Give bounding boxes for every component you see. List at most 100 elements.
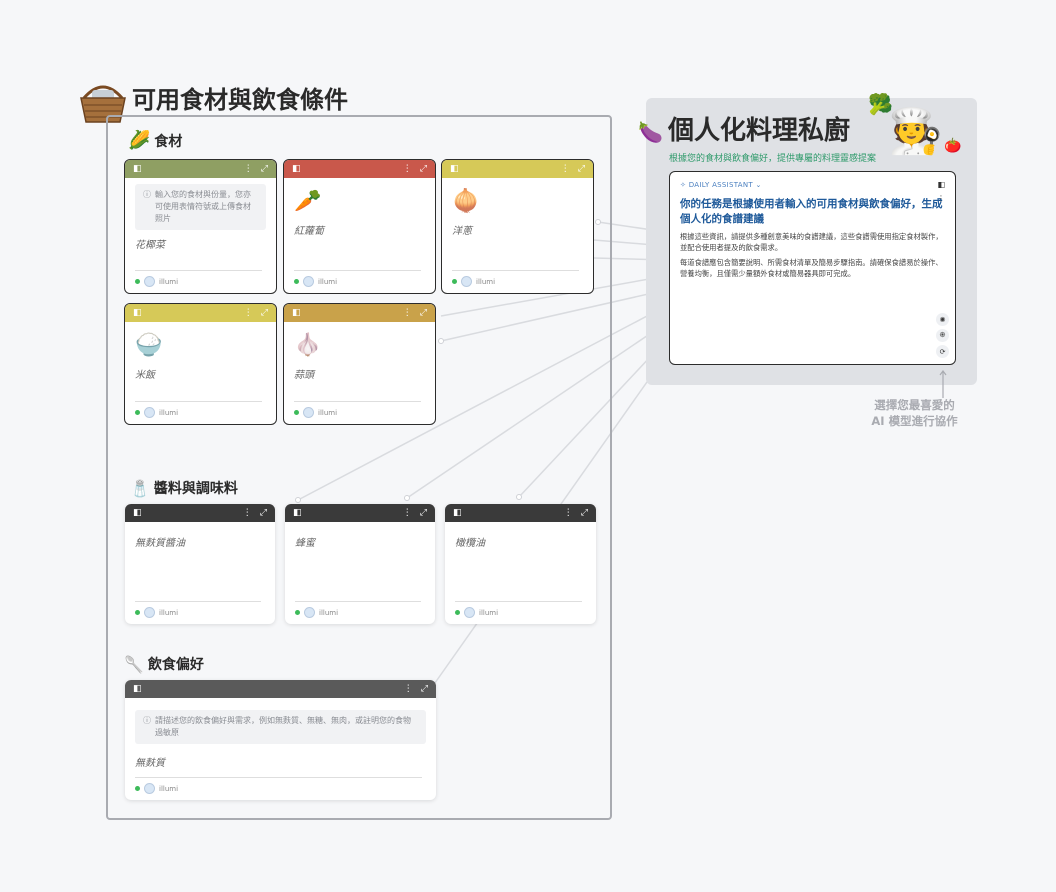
avatar [303, 407, 314, 418]
status-dot [294, 279, 299, 284]
sauce-card[interactable]: ◧ ⋮ ⤢ 無麩質醬油 illumi [125, 504, 275, 624]
card-icon: ◧ [292, 164, 301, 174]
card-header: ◧ ⋮ ⤢ [442, 160, 593, 178]
more-icon[interactable]: ⋮ [404, 684, 413, 694]
chef-icon: 🧑‍🍳 [888, 106, 943, 157]
corn-icon: 🌽 [128, 130, 151, 151]
model-caption: 選擇您最喜愛的 AI 模型進行協作 [871, 398, 958, 428]
expand-icon[interactable]: ⤢ [420, 164, 427, 174]
tomato-icon: 🍅 [944, 138, 962, 154]
model-icon-claude[interactable]: ✺ [936, 313, 949, 326]
model-icon-openai[interactable]: ֍ [936, 329, 949, 342]
info-icon: ⓘ [143, 716, 151, 725]
more-icon[interactable]: ⋮ [243, 508, 252, 518]
status-dot [135, 786, 140, 791]
status-dot [135, 279, 140, 284]
expand-icon[interactable]: ⤢ [581, 508, 588, 518]
avatar [144, 276, 155, 287]
card-header: ◧ ⋮ ⤢ [125, 504, 275, 522]
expand-icon[interactable]: ⤢ [260, 508, 267, 518]
section-label: 醬料與調味料 [153, 481, 238, 497]
ingredient-value[interactable]: 花椰菜 [135, 236, 266, 251]
assistant-selector[interactable]: DAILY ASSISTANT [689, 181, 753, 189]
more-icon[interactable]: ⋮ [561, 164, 570, 174]
card-icon: ◧ [292, 308, 301, 318]
card-footer: illumi [135, 401, 262, 418]
garlic-icon: 🧄 [294, 333, 322, 358]
ingredient-card[interactable]: ◧ ⋮ ⤢ 🧅 洋蔥 illumi [441, 159, 594, 294]
copy-icon[interactable]: ◧ [937, 180, 945, 189]
sauce-value[interactable]: 蜂蜜 [295, 534, 425, 549]
diet-card[interactable]: ◧ ⋮ ⤢ ⓘ 請描述您的飲食偏好與需求，例如無麩質、無糖、無肉，或註明您的食物… [125, 680, 436, 800]
more-icon[interactable]: ⋮ [564, 508, 573, 518]
expand-icon[interactable]: ⤢ [261, 164, 268, 174]
card-icon: ◧ [133, 308, 142, 318]
card-icon: ◧ [453, 508, 462, 518]
more-icon[interactable]: ⋮ [937, 194, 945, 203]
card-footer: illumi [294, 270, 421, 287]
assistant-card[interactable]: ✧ DAILY ASSISTANT ⌄ ◧ ⋮ 你的任務是根據使用者輸入的可用食… [669, 171, 956, 365]
more-icon[interactable]: ⋮ [403, 508, 412, 518]
avatar [303, 276, 314, 287]
group-title: 可用食材與飲食條件 [132, 86, 348, 114]
expand-icon[interactable]: ⤢ [420, 508, 427, 518]
ingredient-card[interactable]: ◧ ⋮ ⤢ 🥕 紅蘿蔔 illumi [283, 159, 436, 294]
ingredient-card[interactable]: ◧ ⋮ ⤢ 🧄 蒜頭 illumi [283, 303, 436, 425]
card-header: ◧ ⋮ ⤢ [445, 504, 596, 522]
ingredient-card[interactable]: ◧ ⋮ ⤢ 🍚 米飯 illumi [124, 303, 277, 425]
eggplant-icon: 🍆 [638, 120, 663, 144]
more-icon[interactable]: ⋮ [403, 308, 412, 318]
card-header: ◧ ⋮ ⤢ [284, 304, 435, 322]
model-icon-gemini[interactable]: ⟳ [936, 345, 949, 358]
more-icon[interactable]: ⋮ [403, 164, 412, 174]
status-dot [295, 610, 300, 615]
panel-title: 個人化料理私廚 [668, 116, 851, 146]
card-footer: illumi [135, 270, 262, 287]
avatar [304, 607, 315, 618]
card-header: ◧ ⋮ ⤢ [284, 160, 435, 178]
sauce-card[interactable]: ◧ ⋮ ⤢ 蜂蜜 illumi [285, 504, 435, 624]
card-footer: illumi [452, 270, 579, 287]
ingredient-value[interactable]: 洋蔥 [452, 222, 583, 237]
expand-icon[interactable]: ⤢ [578, 164, 585, 174]
ingredient-value[interactable]: 米飯 [135, 366, 266, 381]
card-footer: illumi [135, 601, 261, 618]
card-footer: illumi [294, 401, 421, 418]
more-icon[interactable]: ⋮ [244, 164, 253, 174]
ingredient-card[interactable]: ◧ ⋮ ⤢ ⓘ 輸入您的食材與份量，您亦可使用表情符號或上傳食材照片 花椰菜 i… [124, 159, 277, 294]
carrot-icon: 🥕 [294, 189, 322, 214]
card-footer: illumi [455, 601, 582, 618]
salt-shaker-icon: 🧂 [130, 478, 150, 498]
chevron-down-icon[interactable]: ⌄ [753, 181, 762, 189]
section-diet: 🥄 飲食偏好 [124, 654, 204, 674]
card-icon: ◧ [293, 508, 302, 518]
section-sauces: 🧂 醬料與調味料 [130, 478, 238, 498]
card-icon: ◧ [133, 164, 142, 174]
avatar [144, 407, 155, 418]
ingredient-value[interactable]: 紅蘿蔔 [294, 222, 425, 237]
section-label: 食材 [154, 133, 183, 150]
expand-icon[interactable]: ⤢ [420, 308, 427, 318]
assistant-heading: 你的任務是根據使用者輸入的可用食材與飲食偏好，生成個人化的食譜建議 [680, 198, 943, 225]
card-header: ◧ ⋮ ⤢ [125, 680, 436, 698]
diet-value[interactable]: 無麩質 [135, 754, 426, 769]
card-footer: illumi [135, 777, 422, 794]
sauce-value[interactable]: 無麩質醬油 [135, 534, 265, 549]
card-header: ◧ ⋮ ⤢ [125, 304, 276, 322]
assistant-paragraph: 根據這些資訊，請提供多種創意美味的食譜建議，這些食譜需使用指定食材製作，並配合使… [680, 232, 943, 252]
rice-icon: 🍚 [135, 333, 163, 358]
avatar [144, 607, 155, 618]
expand-icon[interactable]: ⤢ [261, 308, 268, 318]
ingredient-value[interactable]: 蒜頭 [294, 366, 425, 381]
section-ingredients: 🌽 食材 [128, 130, 182, 151]
more-icon[interactable]: ⋮ [244, 308, 253, 318]
sauce-card[interactable]: ◧ ⋮ ⤢ 橄欖油 illumi [445, 504, 596, 624]
sauce-value[interactable]: 橄欖油 [455, 534, 586, 549]
sparkle-icon: ✧ [680, 180, 689, 189]
panel-subtitle: 根據您的食材與飲食偏好，提供專屬的料理靈感提案 [669, 154, 877, 164]
card-icon: ◧ [450, 164, 459, 174]
card-header: ◧ ⋮ ⤢ [285, 504, 435, 522]
status-dot [135, 410, 140, 415]
diet-hint: ⓘ 請描述您的飲食偏好與需求，例如無麩質、無糖、無肉，或註明您的食物過敏原 [135, 710, 426, 744]
expand-icon[interactable]: ⤢ [421, 684, 428, 694]
